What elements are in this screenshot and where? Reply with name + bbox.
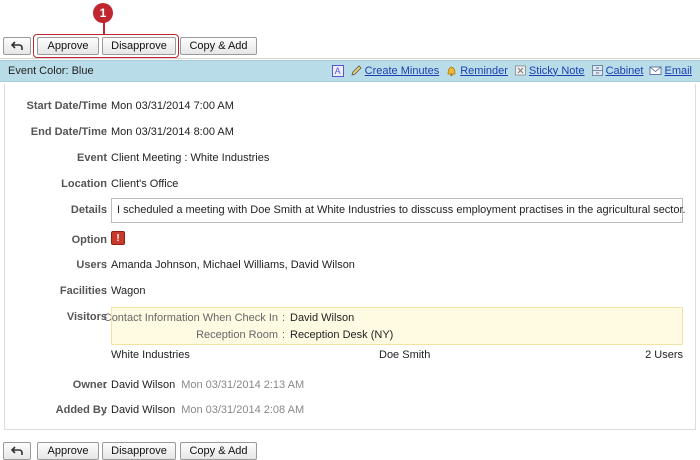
back-button[interactable] xyxy=(3,37,31,55)
back-arrow-icon xyxy=(11,41,23,50)
facilities-value: Wagon xyxy=(111,285,146,297)
copy-add-button[interactable]: Copy & Add xyxy=(180,37,257,55)
cabinet-link[interactable]: Cabinet xyxy=(606,65,644,77)
start-label: Start Date/Time xyxy=(26,100,108,112)
location-label: Location xyxy=(61,178,107,190)
owner-timestamp: Mon 03/31/2014 2:13 AM xyxy=(181,379,305,391)
end-value: Mon 03/31/2014 8:00 AM xyxy=(111,126,234,138)
users-label: Users xyxy=(76,259,107,271)
details-value: I scheduled a meeting with Doe Smith at … xyxy=(111,198,686,223)
callout-badge: 1 xyxy=(93,3,113,23)
back-button-bottom[interactable] xyxy=(3,442,31,460)
option-label: Option xyxy=(71,234,107,246)
start-value: Mon 03/31/2014 7:00 AM xyxy=(111,100,234,112)
important-icon: ! xyxy=(111,231,125,245)
cabinet-action[interactable]: Cabinet xyxy=(591,64,644,77)
details-label: Details xyxy=(70,204,107,216)
disapprove-button-bottom[interactable]: Disapprove xyxy=(102,442,176,460)
event-detail-panel: Start Date/Time : Mon 03/31/2014 7:00 AM… xyxy=(4,84,696,430)
create-minutes-action[interactable]: Create Minutes xyxy=(350,64,440,77)
approve-button-bottom[interactable]: Approve xyxy=(37,442,99,460)
label-icon[interactable]: A xyxy=(331,64,344,77)
added-by-timestamp: Mon 03/31/2014 2:08 AM xyxy=(181,404,305,416)
event-label: Event xyxy=(77,152,107,164)
approve-button[interactable]: Approve xyxy=(37,37,99,55)
reminder-link[interactable]: Reminder xyxy=(460,65,508,77)
event-color-bar: Event Color: Blue A Create Minutes Remin… xyxy=(0,60,700,82)
visitor-info-box: Contact Information When Check In : Davi… xyxy=(104,307,683,345)
facilities-label: Facilities xyxy=(59,285,107,297)
reminder-action[interactable]: Reminder xyxy=(445,64,508,77)
email-link[interactable]: Email xyxy=(664,65,692,77)
sticky-note-action[interactable]: Sticky Note xyxy=(514,64,585,77)
create-minutes-link[interactable]: Create Minutes xyxy=(365,65,440,77)
end-label: End Date/Time xyxy=(30,126,107,138)
visitor-user-count: 2 Users xyxy=(645,349,683,361)
event-value: Client Meeting : White Industries xyxy=(111,152,270,164)
event-color-label: Event Color: Blue xyxy=(8,65,94,77)
pencil-icon xyxy=(351,65,362,76)
visitor-company: White Industries xyxy=(111,349,190,361)
label-action[interactable]: A xyxy=(331,64,344,77)
bell-icon xyxy=(447,66,456,77)
location-value: Client's Office xyxy=(111,178,179,190)
cabinet-icon xyxy=(591,65,603,76)
owner-label: Owner xyxy=(72,379,107,391)
copy-add-button-bottom[interactable]: Copy & Add xyxy=(180,442,257,460)
contact-info-label: Contact Information When Check In xyxy=(103,312,278,324)
users-value: Amanda Johnson, Michael Williams, David … xyxy=(111,259,355,271)
bottom-toolbar: Approve Disapprove Copy & Add xyxy=(0,440,700,460)
visitors-label: Visitors xyxy=(66,311,107,323)
owner-name: David Wilson xyxy=(111,379,176,391)
reception-room-value: Reception Desk (NY) xyxy=(290,329,394,341)
back-arrow-icon xyxy=(11,446,23,455)
envelope-icon xyxy=(650,66,662,75)
disapprove-button[interactable]: Disapprove xyxy=(102,37,176,55)
sticky-note-icon xyxy=(515,65,526,76)
email-action[interactable]: Email xyxy=(649,64,692,77)
reception-room-label: Reception Room xyxy=(196,329,278,341)
added-by-name: David Wilson xyxy=(111,404,176,416)
contact-info-value: David Wilson xyxy=(290,312,355,324)
added-by-label: Added By xyxy=(55,404,107,416)
top-toolbar: Approve Disapprove Copy & Add xyxy=(0,33,700,59)
action-links: A Create Minutes Reminder Sticky Note Ca… xyxy=(331,64,692,77)
visitor-person: Doe Smith xyxy=(379,349,431,361)
sticky-note-link[interactable]: Sticky Note xyxy=(529,65,585,77)
